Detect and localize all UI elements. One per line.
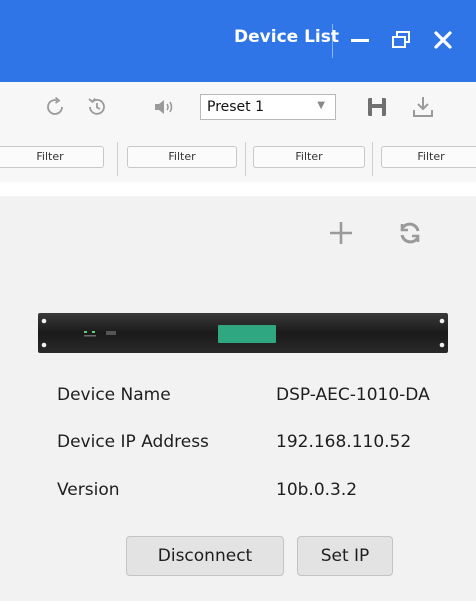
download-icon[interactable]: [410, 94, 436, 120]
device-ip-label: Device IP Address: [57, 432, 209, 452]
column-divider: [117, 142, 118, 176]
device-image: [38, 313, 448, 353]
disconnect-button[interactable]: Disconnect: [126, 536, 284, 576]
filter-button[interactable]: Filter: [381, 146, 476, 168]
title-bar: Device List: [0, 0, 476, 82]
column-divider: [245, 142, 246, 176]
set-ip-button[interactable]: Set IP: [297, 536, 393, 576]
volume-icon[interactable]: [150, 94, 176, 120]
device-name-row: Device Name DSP-AEC-1010-DA: [0, 385, 476, 413]
filter-bar: Filter Filter Filter Filter: [0, 132, 476, 182]
title-divider: [332, 24, 333, 58]
toolbar: Preset 1 ▼: [0, 82, 476, 133]
restore-icon[interactable]: [386, 24, 416, 56]
save-icon[interactable]: [364, 94, 390, 120]
sync-icon[interactable]: [395, 218, 425, 248]
device-name-label: Device Name: [57, 385, 171, 405]
version-value: 10b.0.3.2: [276, 480, 358, 500]
window-title: Device List: [234, 27, 339, 47]
preset-select[interactable]: Preset 1 ▼: [200, 94, 336, 120]
preset-value: Preset 1: [207, 99, 265, 115]
filter-button[interactable]: Filter: [0, 146, 104, 168]
minimize-icon[interactable]: [345, 24, 375, 56]
add-icon[interactable]: [326, 218, 356, 248]
device-ip-value: 192.168.110.52: [276, 432, 412, 452]
section-gap: [0, 182, 476, 196]
close-icon[interactable]: [428, 24, 458, 56]
history-icon[interactable]: [84, 94, 110, 120]
version-label: Version: [57, 480, 120, 500]
device-panel: Device Name DSP-AEC-1010-DA Device IP Ad…: [0, 196, 476, 601]
device-ip-row: Device IP Address 192.168.110.52: [0, 432, 476, 460]
device-name-value: DSP-AEC-1010-DA: [276, 385, 430, 405]
filter-button[interactable]: Filter: [253, 146, 365, 168]
chevron-down-icon[interactable]: ▼: [317, 100, 325, 111]
filter-button[interactable]: Filter: [127, 146, 237, 168]
column-divider: [372, 142, 373, 176]
refresh-icon[interactable]: [42, 94, 68, 120]
version-row: Version 10b.0.3.2: [0, 480, 476, 508]
